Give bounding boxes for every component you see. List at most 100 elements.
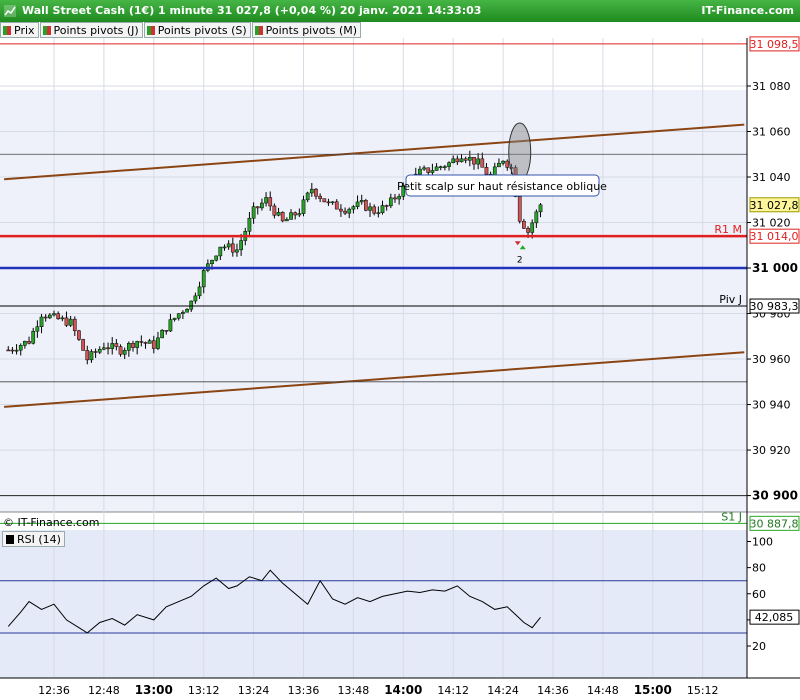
copyright: © IT-Finance.com (3, 516, 100, 529)
y-tick-label: 31 040 (752, 171, 791, 184)
candle-body (181, 311, 185, 314)
candle-body (443, 166, 447, 168)
rsi-y-tick-label: 80 (752, 562, 766, 575)
x-tick-label: 13:00 (135, 683, 173, 697)
candle-body (106, 347, 110, 350)
chart-window: Wall Street Cash (1€) 1 minute 31 027,8 … (0, 0, 800, 700)
candle-body (422, 167, 426, 170)
rsi-y-tick-label: 40 (752, 614, 766, 627)
candle-body (251, 206, 256, 219)
legend-item-price[interactable]: Prix (0, 22, 39, 38)
candle-body (501, 160, 505, 164)
candle-body (368, 206, 372, 211)
candle-body (314, 188, 318, 197)
candle-body (276, 212, 281, 216)
candle-body (380, 205, 385, 213)
chart-title: Wall Street Cash (1€) 1 minute 31 027,8 … (22, 4, 482, 17)
candle-body (480, 158, 485, 168)
x-tick-label: 12:48 (88, 684, 120, 697)
candle-body (247, 217, 252, 232)
candle-body (151, 340, 156, 349)
candle-body (218, 246, 223, 257)
candle-body (492, 166, 497, 177)
candle-body (459, 158, 464, 163)
legend-item-pivots-daily[interactable]: Points pivots (J) (39, 22, 143, 38)
candle-body (230, 243, 235, 253)
candle-body (497, 162, 501, 168)
candle-body (197, 286, 202, 297)
candle-body (384, 205, 389, 207)
rsi-swatch-icon (6, 534, 14, 544)
candle-body (31, 330, 36, 344)
candle-body (413, 173, 418, 184)
candle-body (164, 330, 169, 332)
x-tick-label: 15:12 (687, 684, 719, 697)
candle-body (397, 196, 401, 200)
x-tick-label: 14:48 (587, 684, 619, 697)
candle-body (239, 240, 243, 251)
candle-body (102, 347, 106, 350)
candle-body (210, 259, 214, 265)
badge-rsi-bg (749, 609, 800, 625)
candle-body (185, 309, 189, 313)
candle-body (322, 198, 327, 203)
candle-body (309, 188, 314, 194)
candle-body (355, 201, 360, 207)
indicator-legend: Prix Points pivots (J) Points pivots (S)… (0, 22, 362, 38)
pivj-label: Piv J (719, 293, 742, 306)
candle-body (135, 341, 140, 348)
candle-body (126, 342, 131, 351)
candle-body (467, 157, 472, 161)
candle-body (297, 213, 302, 216)
pivot-swatch-icon (254, 25, 263, 35)
candle-body (418, 168, 422, 175)
candle-body (451, 158, 456, 163)
candle-body (243, 231, 248, 241)
r1m-label: R1 M (714, 223, 742, 236)
badge-r1m-bg (749, 228, 800, 244)
annotation-box (405, 174, 600, 197)
candle-body (139, 341, 144, 343)
y-tick-label: 30 900 (752, 489, 798, 503)
candle-body (60, 317, 65, 320)
candle-body (264, 197, 268, 204)
candle-body (235, 249, 239, 253)
chart-icon (4, 5, 16, 17)
x-tick-label: 13:12 (188, 684, 220, 697)
candle-body (401, 185, 406, 197)
rsi-line (7, 569, 541, 634)
badge-top-bg (749, 36, 800, 52)
candle-body (430, 170, 435, 173)
candle-body (280, 212, 285, 222)
candle-body (226, 243, 231, 248)
candle-body (347, 208, 352, 214)
candle-body (301, 199, 306, 214)
candle-body (72, 318, 77, 332)
marker-count: 2 (517, 255, 523, 265)
candle-body (472, 157, 476, 165)
candle-body (409, 183, 414, 185)
x-tick-label: 14:24 (487, 684, 519, 697)
candle-body (289, 212, 293, 220)
price-panel-shade (0, 90, 747, 512)
pivot-swatch-icon (146, 25, 155, 35)
rsi-layer (0, 569, 747, 634)
candle-body (201, 270, 206, 288)
candle-body (438, 166, 443, 168)
candle-body (131, 342, 135, 348)
candle-body (484, 167, 489, 175)
candle-body (52, 313, 56, 316)
trendline (4, 123, 745, 181)
rsi-legend[interactable]: RSI (14) (2, 531, 65, 547)
trendline (4, 351, 745, 408)
badge-rsi: 42,085 (755, 611, 794, 624)
candle-body (488, 173, 493, 177)
candle-body (64, 317, 69, 326)
y-tick-label: 30 960 (752, 353, 791, 366)
candle-body (326, 201, 331, 204)
candle-body (260, 202, 264, 209)
x-tick-label: 13:48 (338, 684, 370, 697)
legend-item-pivots-weekly[interactable]: Points pivots (S) (143, 22, 251, 38)
alert-bell-icon[interactable] (4, 44, 18, 58)
legend-item-pivots-monthly[interactable]: Points pivots (M) (251, 22, 362, 38)
